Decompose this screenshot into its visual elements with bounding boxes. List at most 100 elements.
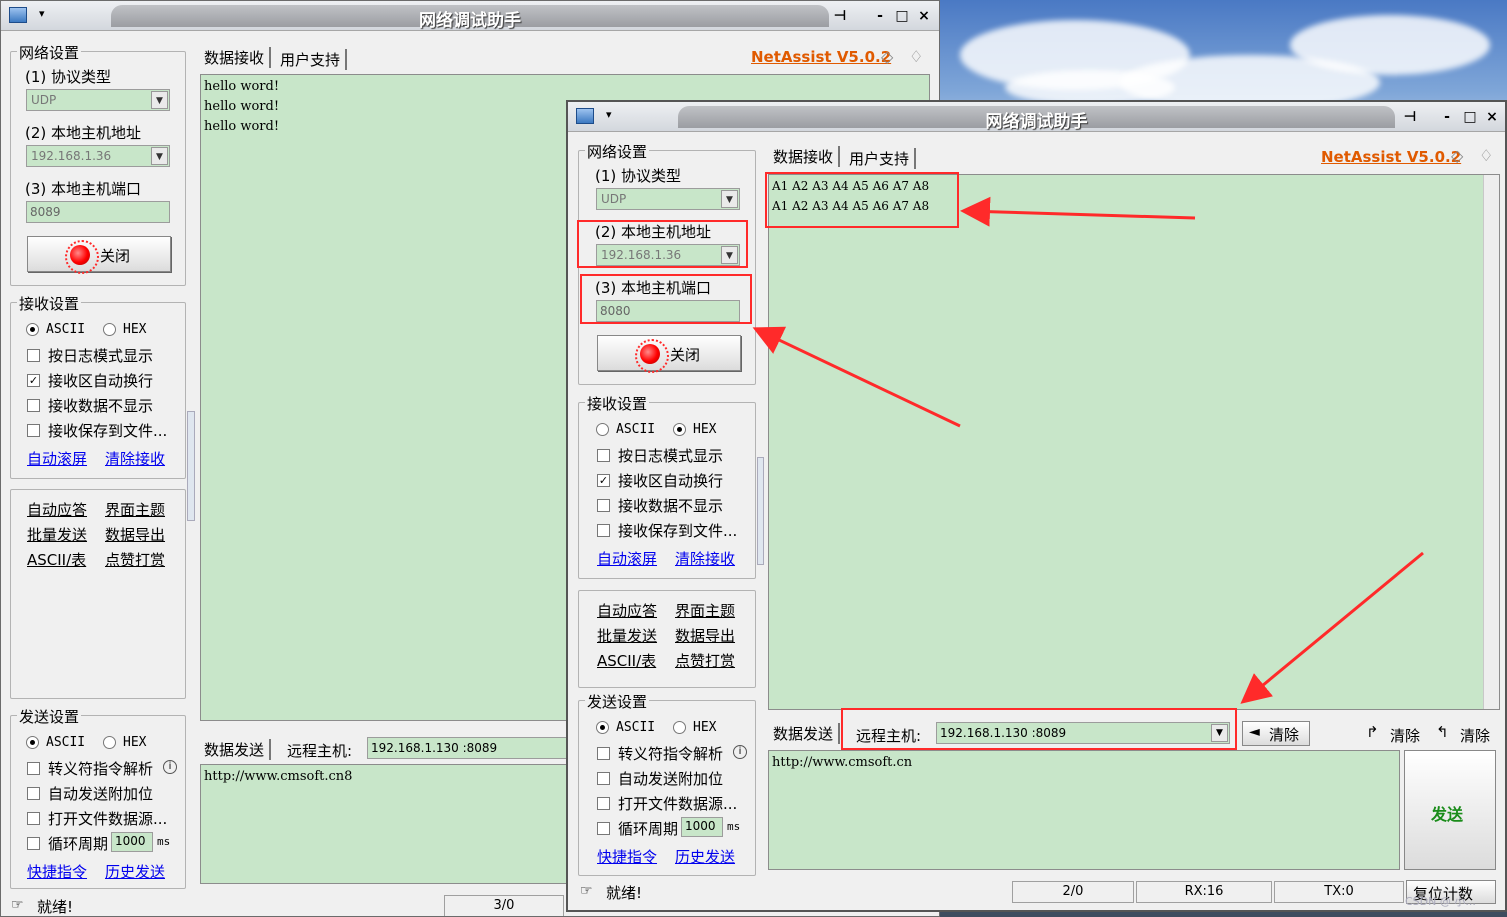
open-file-checkbox[interactable] [27,812,40,825]
loop-input[interactable]: 1000 [681,817,723,837]
recv-hex-radio[interactable] [673,423,686,436]
batch-send-link[interactable]: 批量发送 [597,625,657,646]
recv-settings-group: 接收设置 ASCII HEX 按日志模式显示 ✓ 接收区自动换行 接收数据不显示… [10,293,186,479]
loop-checkbox[interactable] [27,837,40,850]
minimize-button[interactable]: - [871,7,889,25]
tab-support[interactable]: 用户支持 [275,49,348,70]
port-input[interactable]: 8089 [26,201,170,223]
donate-link[interactable]: 点赞打赏 [675,650,735,671]
recv-hex-radio[interactable] [103,323,116,336]
quick-cmd-link[interactable]: 快捷指令 [597,846,657,867]
quick-cmd-link[interactable]: 快捷指令 [27,861,87,882]
bell-icon[interactable]: ♢ [909,47,923,66]
send-hex-radio[interactable] [673,721,686,734]
minimize-button[interactable]: - [1438,108,1456,126]
protocol-select[interactable]: UDP ▼ [596,188,740,210]
auto-reply-link[interactable]: 自动应答 [597,600,657,621]
auto-scroll-link[interactable]: 自动滚屏 [597,548,657,569]
escape-checkbox[interactable] [597,747,610,760]
rx-counter: RX:16 [1136,881,1272,903]
maximize-button[interactable]: □ [893,7,911,25]
escape-checkbox[interactable] [27,762,40,775]
remote-host-label: 远程主机: [287,742,353,760]
no-display-checkbox[interactable] [597,499,610,512]
close-connection-button[interactable]: 关闭 [597,335,741,373]
auto-wrap-checkbox[interactable]: ✓ [597,474,610,487]
loop-input[interactable]: 1000 [111,832,153,852]
ascii-table-link[interactable]: ASCII/表 [597,650,656,671]
recv-ascii-radio[interactable] [26,323,39,336]
pin-icon[interactable]: ⊣ [831,7,849,25]
save-file-checkbox[interactable] [597,524,610,537]
auto-append-checkbox[interactable] [597,772,610,785]
close-connection-button[interactable]: 关闭 [27,236,171,274]
auto-reply-link[interactable]: 自动应答 [27,499,87,520]
open-file-checkbox[interactable] [597,797,610,810]
pin-icon[interactable]: ⊣ [1401,108,1419,126]
send-button[interactable]: 发送 [1404,750,1496,870]
no-display-checkbox[interactable] [27,399,40,412]
brand-link[interactable]: NetAssist V5.0.2 [1321,148,1461,166]
brand-link[interactable]: NetAssist V5.0.2 [751,48,891,66]
host-select[interactable]: 192.168.1.36 ▼ [26,145,170,167]
annotation-box-host [577,220,748,268]
no-display-label: 接收数据不显示 [48,397,154,415]
close-window-button[interactable]: × [915,7,933,25]
tab-recv[interactable]: 数据接收 [199,47,272,68]
export-link[interactable]: 数据导出 [105,524,165,545]
send-settings-group: 发送设置 ASCII HEX 转义符指令解析 i 自动发送附加位 打开文件数据源… [578,691,756,876]
save-file-checkbox[interactable] [27,424,40,437]
close-window-button[interactable]: × [1483,108,1501,126]
auto-scroll-link[interactable]: 自动滚屏 [27,448,87,469]
splitter-handle[interactable] [757,457,764,565]
clear-recv-link[interactable]: 清除接收 [675,548,735,569]
tab-send[interactable]: 数据发送 [768,723,841,744]
send-area[interactable]: http://www.cmsoft.cn [768,750,1400,870]
send-hex-radio[interactable] [103,736,116,749]
log-mode-checkbox[interactable] [597,449,610,462]
send-ascii-radio[interactable] [26,736,39,749]
tab-recv[interactable]: 数据接收 [768,146,841,167]
history-link[interactable]: 历史发送 [105,861,165,882]
auto-append-checkbox[interactable] [27,787,40,800]
clear-recv-count-icon[interactable]: ↱ [1366,723,1379,741]
tab-send[interactable]: 数据发送 [199,739,272,760]
send-ascii-label: ASCII [46,735,86,750]
batch-send-link[interactable]: 批量发送 [27,524,87,545]
theme-link[interactable]: 界面主题 [105,499,165,520]
back-title-bar[interactable]: ▾ 网络调试助手 ⊣ - □ × [1,1,939,31]
receive-scrollbar[interactable] [1483,175,1499,709]
diamond-icon[interactable]: ◇ [1451,146,1463,165]
ascii-table-link[interactable]: ASCII/表 [27,549,86,570]
info-icon[interactable]: i [163,760,177,774]
log-mode-checkbox[interactable] [27,349,40,362]
clear-send-count-icon[interactable]: ↰ [1436,723,1449,741]
export-link[interactable]: 数据导出 [675,625,735,646]
clear-send-count-label[interactable]: 清除 [1460,725,1490,746]
received-line: hello word! [204,99,280,114]
receive-area[interactable]: A1 A2 A3 A4 A5 A6 A7 A8 A1 A2 A3 A4 A5 A… [768,174,1500,710]
history-link[interactable]: 历史发送 [675,846,735,867]
clear-recv-link[interactable]: 清除接收 [105,448,165,469]
bell-icon[interactable]: ♢ [1479,146,1493,165]
tab-support[interactable]: 用户支持 [844,148,917,169]
annotation-box-received [765,172,959,228]
splitter-handle[interactable] [187,411,195,521]
clear-remote-button[interactable]: ◄ 清除 [1242,721,1310,746]
diamond-icon[interactable]: ◇ [881,47,893,66]
recv-ascii-radio[interactable] [596,423,609,436]
watermark: CSDN @ 小... [1405,895,1476,908]
protocol-select[interactable]: UDP ▼ [26,89,170,111]
maximize-button[interactable]: □ [1461,108,1479,126]
send-ascii-label: ASCII [616,720,656,735]
clear-recv-count-label[interactable]: 清除 [1390,725,1420,746]
theme-link[interactable]: 界面主题 [675,600,735,621]
donate-link[interactable]: 点赞打赏 [105,549,165,570]
front-title-bar[interactable]: ▾ 网络调试助手 ⊣ - □ × [568,102,1505,132]
info-icon[interactable]: i [733,745,747,759]
remote-host-select[interactable]: 192.168.1.130 :8089 [367,737,587,759]
auto-wrap-checkbox[interactable]: ✓ [27,374,40,387]
loop-checkbox[interactable] [597,822,610,835]
send-ascii-radio[interactable] [596,721,609,734]
tools-group: 自动应答 界面主题 批量发送 数据导出 ASCII/表 点赞打赏 [578,590,756,688]
